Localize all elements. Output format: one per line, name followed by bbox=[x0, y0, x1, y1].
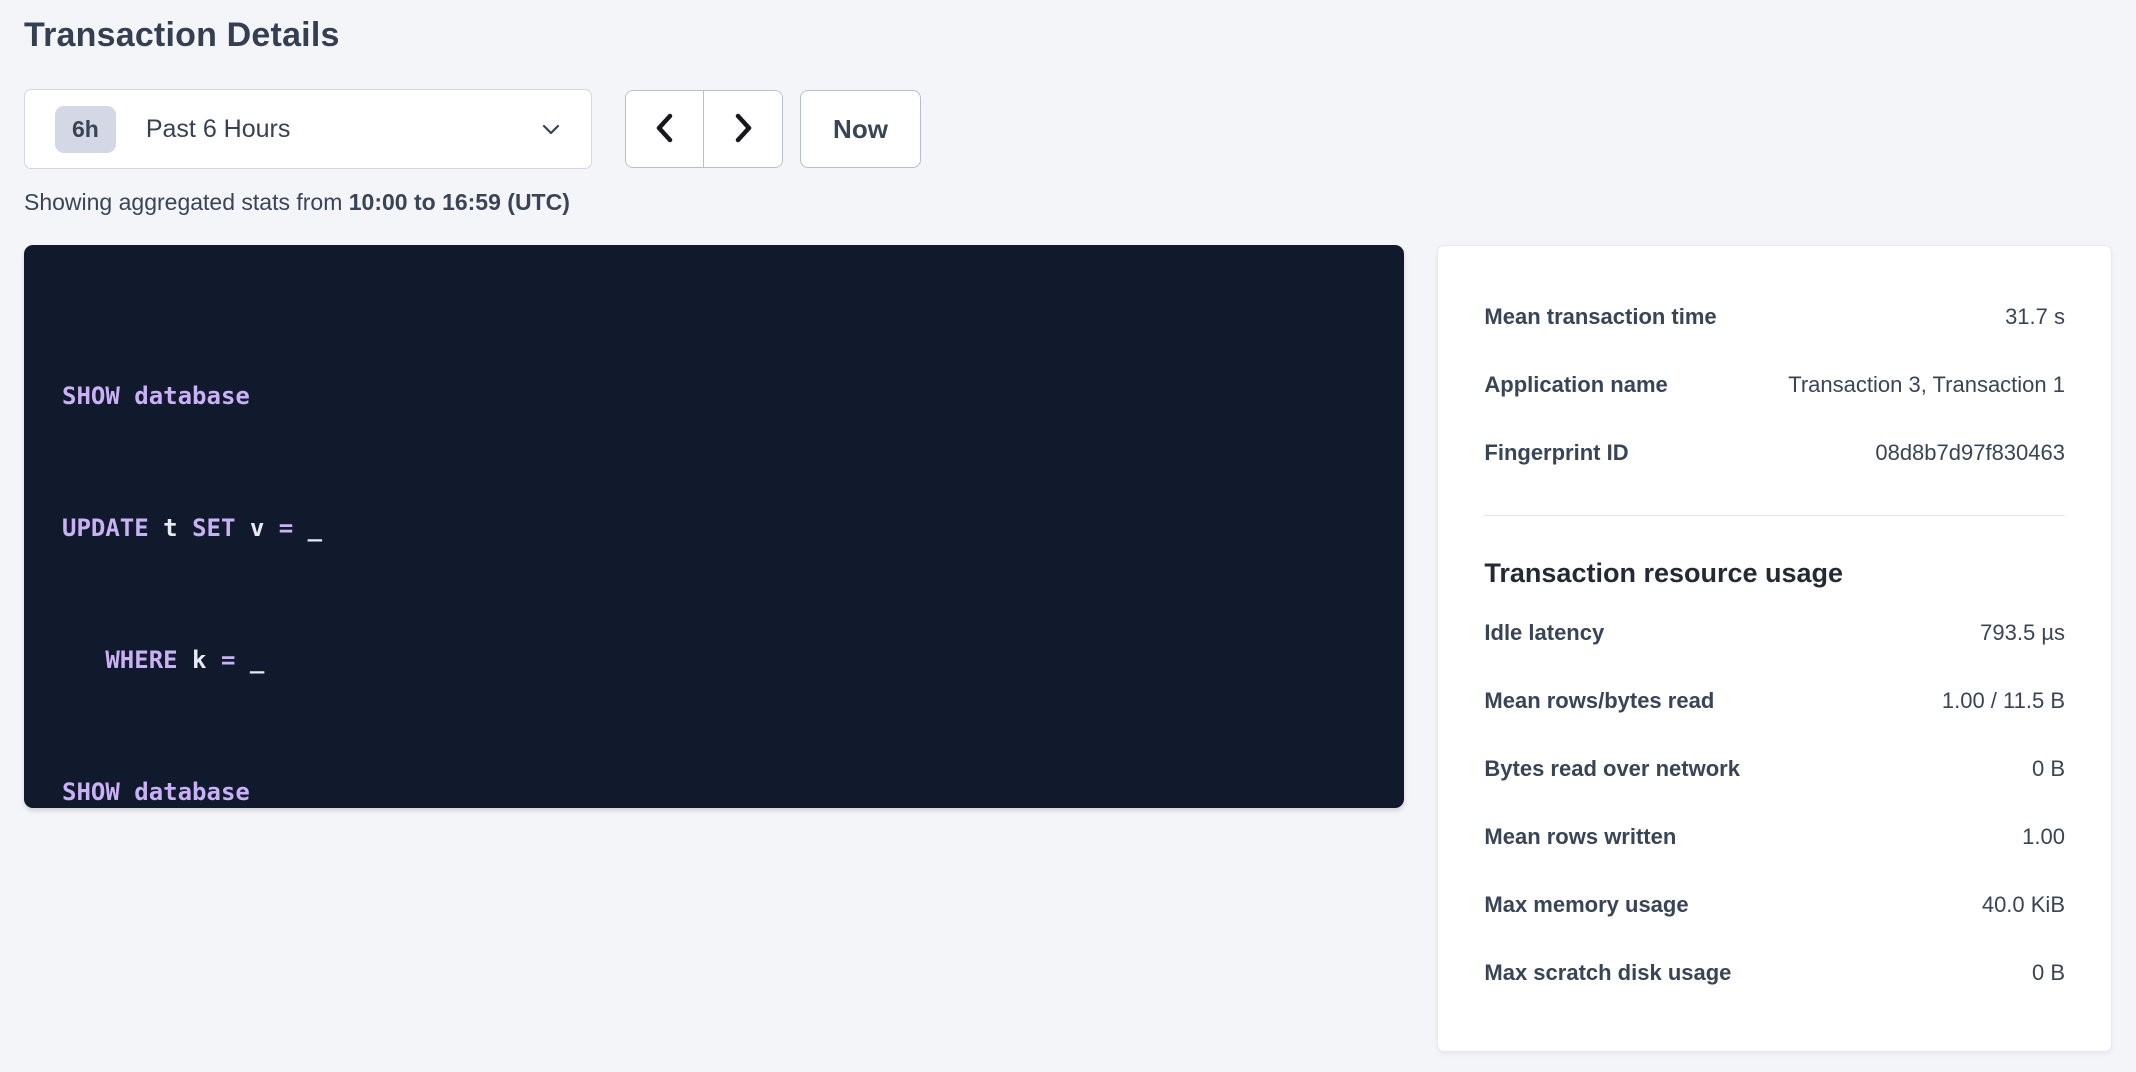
next-time-window-button[interactable] bbox=[704, 91, 782, 167]
chevron-down-icon bbox=[539, 117, 563, 141]
aggregated-stats-summary: Showing aggregated stats from 10:00 to 1… bbox=[24, 189, 2112, 216]
stat-value: 793.5 µs bbox=[1980, 620, 2065, 646]
stat-row-mean-rows-bytes-read: Mean rows/bytes read 1.00 / 11.5 B bbox=[1484, 667, 2065, 735]
stat-row-mean-transaction-time: Mean transaction time 31.7 s bbox=[1484, 283, 2065, 351]
time-range-badge: 6h bbox=[55, 106, 116, 153]
stat-label: Mean rows/bytes read bbox=[1484, 688, 1714, 714]
stat-value: 40.0 KiB bbox=[1982, 892, 2065, 918]
chevron-right-icon bbox=[728, 111, 758, 148]
stat-row-fingerprint-id: Fingerprint ID 08d8b7d97f830463 bbox=[1484, 419, 2065, 487]
sql-line: SHOW database bbox=[62, 770, 1366, 814]
summary-prefix: Showing aggregated stats from bbox=[24, 189, 349, 215]
stat-row-mean-rows-written: Mean rows written 1.00 bbox=[1484, 803, 2065, 871]
now-button[interactable]: Now bbox=[800, 90, 921, 168]
stat-label: Bytes read over network bbox=[1484, 756, 1740, 782]
chevron-left-icon bbox=[650, 111, 680, 148]
stat-label: Fingerprint ID bbox=[1484, 440, 1628, 466]
stat-label: Application name bbox=[1484, 372, 1667, 398]
sql-statement-box: SHOW database UPDATE t SET v = _ WHERE k… bbox=[24, 245, 1404, 808]
transaction-summary-panel: Mean transaction time 31.7 s Application… bbox=[1437, 245, 2112, 1052]
stat-value: 0 B bbox=[2032, 960, 2065, 986]
sql-line: UPDATE t SET v = _ bbox=[62, 506, 1366, 550]
panel-divider bbox=[1484, 515, 2065, 516]
stat-label: Max memory usage bbox=[1484, 892, 1688, 918]
stat-value: 1.00 bbox=[2022, 824, 2065, 850]
time-window-nav bbox=[625, 90, 783, 168]
stat-value: 08d8b7d97f830463 bbox=[1875, 440, 2065, 466]
stat-row-max-scratch-disk-usage: Max scratch disk usage 0 B bbox=[1484, 939, 2065, 1007]
sql-line: SHOW database bbox=[62, 374, 1366, 418]
stat-row-max-memory-usage: Max memory usage 40.0 KiB bbox=[1484, 871, 2065, 939]
summary-range: 10:00 to 16:59 (UTC) bbox=[349, 189, 570, 215]
stat-value: 0 B bbox=[2032, 756, 2065, 782]
time-range-dropdown[interactable]: 6h Past 6 Hours bbox=[24, 89, 592, 169]
stat-value: Transaction 3, Transaction 1 bbox=[1788, 372, 2065, 398]
transaction-details-page: Transaction Details 6h Past 6 Hours bbox=[0, 0, 2136, 1072]
stat-value: 1.00 / 11.5 B bbox=[1942, 688, 2065, 714]
time-toolbar: 6h Past 6 Hours bbox=[24, 89, 2112, 169]
page-title: Transaction Details bbox=[24, 16, 2112, 55]
sql-line: WHERE k = _ bbox=[62, 638, 1366, 682]
stat-row-application-name: Application name Transaction 3, Transact… bbox=[1484, 351, 2065, 419]
previous-time-window-button[interactable] bbox=[626, 91, 704, 167]
stat-row-bytes-read-over-network: Bytes read over network 0 B bbox=[1484, 735, 2065, 803]
stat-label: Max scratch disk usage bbox=[1484, 960, 1731, 986]
stat-row-idle-latency: Idle latency 793.5 µs bbox=[1484, 599, 2065, 667]
resource-usage-section-title: Transaction resource usage bbox=[1484, 558, 2065, 589]
stat-label: Mean rows written bbox=[1484, 824, 1676, 850]
stat-label: Idle latency bbox=[1484, 620, 1604, 646]
time-range-selected-label: Past 6 Hours bbox=[146, 115, 291, 144]
stat-value: 31.7 s bbox=[2005, 304, 2065, 330]
stat-label: Mean transaction time bbox=[1484, 304, 1716, 330]
main-content: SHOW database UPDATE t SET v = _ WHERE k… bbox=[24, 245, 2112, 1052]
